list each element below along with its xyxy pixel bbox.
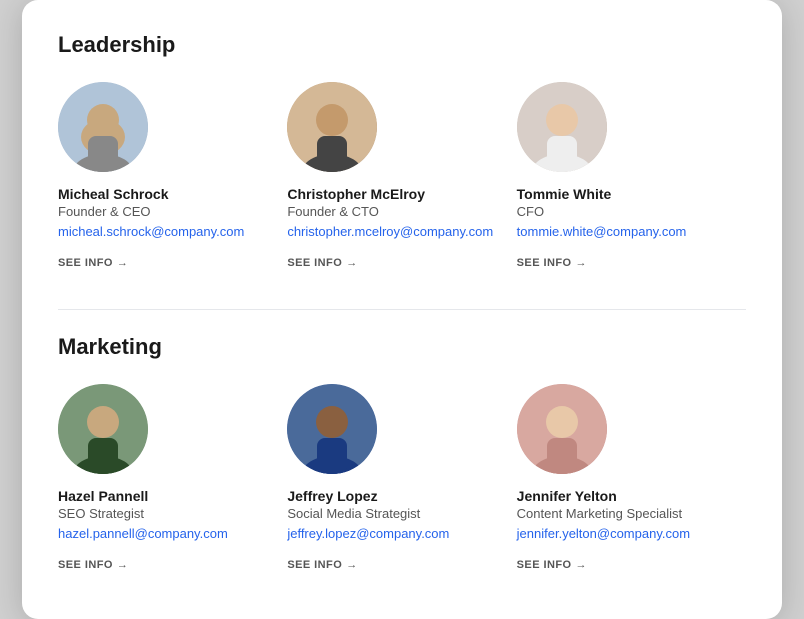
- avatar-jennifer-yelton: [517, 384, 607, 474]
- arrow-icon-jennifer-yelton: →: [576, 559, 587, 571]
- person-title-hazel-pannell: SEO Strategist: [58, 506, 271, 521]
- person-email-jeffrey-lopez[interactable]: jeffrey.lopez@company.com: [287, 526, 500, 541]
- avatar-jeffrey-lopez: [287, 384, 377, 474]
- see-info-jennifer-yelton[interactable]: SEE INFO →: [517, 559, 587, 571]
- see-info-label-micheal-schrock: SEE INFO: [58, 257, 113, 269]
- person-name-tommie-white: Tommie White: [517, 186, 730, 202]
- see-info-jeffrey-lopez[interactable]: SEE INFO →: [287, 559, 357, 571]
- see-info-tommie-white[interactable]: SEE INFO →: [517, 257, 587, 269]
- see-info-christopher-mcelroy[interactable]: SEE INFO →: [287, 257, 357, 269]
- person-name-jeffrey-lopez: Jeffrey Lopez: [287, 488, 500, 504]
- avatar-micheal-schrock: [58, 82, 148, 172]
- see-info-label-tommie-white: SEE INFO: [517, 257, 572, 269]
- people-grid-marketing: Hazel Pannell SEO Strategist hazel.pannell…: [58, 384, 746, 591]
- see-info-micheal-schrock[interactable]: SEE INFO →: [58, 257, 128, 269]
- main-card: Leadership Micheal Schrock Founder & CEO m…: [22, 0, 782, 619]
- person-title-jeffrey-lopez: Social Media Strategist: [287, 506, 500, 521]
- person-title-christopher-mcelroy: Founder & CTO: [287, 204, 500, 219]
- person-cell-christopher-mcelroy: Christopher McElroy Founder & CTO christop…: [287, 82, 516, 289]
- person-title-jennifer-yelton: Content Marketing Specialist: [517, 506, 730, 521]
- see-info-label-hazel-pannell: SEE INFO: [58, 559, 113, 571]
- person-email-jennifer-yelton[interactable]: jennifer.yelton@company.com: [517, 526, 730, 541]
- person-cell-jeffrey-lopez: Jeffrey Lopez Social Media Strategist jeff…: [287, 384, 516, 591]
- avatar-christopher-mcelroy: [287, 82, 377, 172]
- section-title-leadership: Leadership: [58, 32, 746, 58]
- person-name-micheal-schrock: Micheal Schrock: [58, 186, 271, 202]
- person-email-hazel-pannell[interactable]: hazel.pannell@company.com: [58, 526, 271, 541]
- arrow-icon-christopher-mcelroy: →: [346, 257, 357, 269]
- section-divider: [58, 309, 746, 310]
- arrow-icon-tommie-white: →: [576, 257, 587, 269]
- person-email-tommie-white[interactable]: tommie.white@company.com: [517, 224, 730, 239]
- avatar-tommie-white: [517, 82, 607, 172]
- person-cell-micheal-schrock: Micheal Schrock Founder & CEO micheal.schr…: [58, 82, 287, 289]
- person-title-tommie-white: CFO: [517, 204, 730, 219]
- see-info-hazel-pannell[interactable]: SEE INFO →: [58, 559, 128, 571]
- person-name-hazel-pannell: Hazel Pannell: [58, 488, 271, 504]
- avatar-hazel-pannell: [58, 384, 148, 474]
- see-info-label-jeffrey-lopez: SEE INFO: [287, 559, 342, 571]
- person-name-jennifer-yelton: Jennifer Yelton: [517, 488, 730, 504]
- see-info-label-jennifer-yelton: SEE INFO: [517, 559, 572, 571]
- person-cell-tommie-white: Tommie White CFO tommie.white@company.com S…: [517, 82, 746, 289]
- arrow-icon-hazel-pannell: →: [117, 559, 128, 571]
- section-title-marketing: Marketing: [58, 334, 746, 360]
- person-cell-jennifer-yelton: Jennifer Yelton Content Marketing Special…: [517, 384, 746, 591]
- people-grid-leadership: Micheal Schrock Founder & CEO micheal.schr…: [58, 82, 746, 289]
- arrow-icon-jeffrey-lopez: →: [346, 559, 357, 571]
- see-info-label-christopher-mcelroy: SEE INFO: [287, 257, 342, 269]
- person-email-christopher-mcelroy[interactable]: christopher.mcelroy@company.com: [287, 224, 500, 239]
- person-name-christopher-mcelroy: Christopher McElroy: [287, 186, 500, 202]
- person-cell-hazel-pannell: Hazel Pannell SEO Strategist hazel.pannell…: [58, 384, 287, 591]
- person-email-micheal-schrock[interactable]: micheal.schrock@company.com: [58, 224, 271, 239]
- person-title-micheal-schrock: Founder & CEO: [58, 204, 271, 219]
- arrow-icon-micheal-schrock: →: [117, 257, 128, 269]
